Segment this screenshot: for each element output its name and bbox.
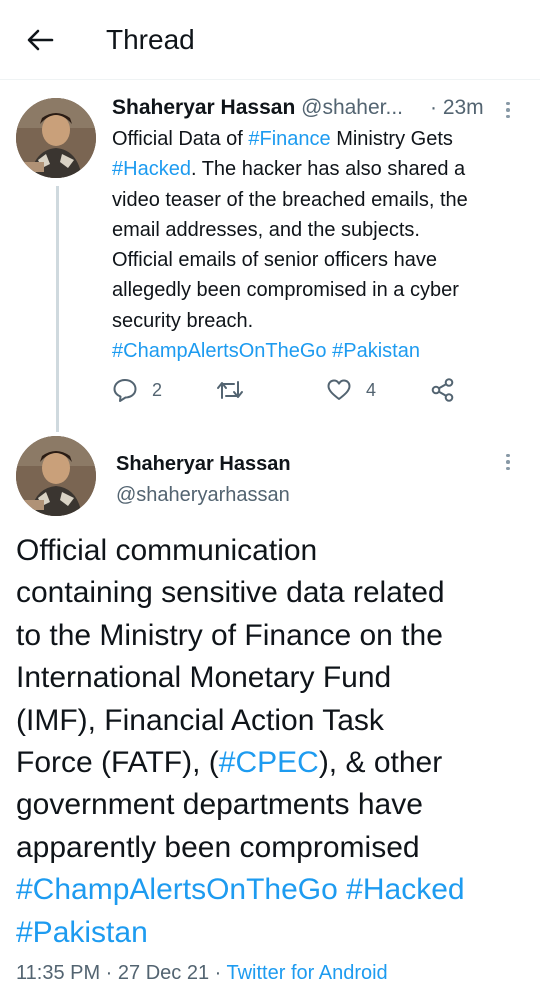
tweet-text-line: Official Data of #Finance Ministry Gets bbox=[112, 124, 522, 154]
tweet-text-segment: ), & other bbox=[318, 746, 443, 780]
author-handle[interactable]: @shaheryarhassan bbox=[116, 481, 290, 509]
tweet-text-line: email addresses, and the subjects. bbox=[112, 215, 522, 245]
more-options-button[interactable] bbox=[498, 96, 518, 124]
hashtag-link[interactable]: #Finance bbox=[248, 128, 330, 150]
more-options-button[interactable] bbox=[498, 448, 518, 476]
tweet-text-line: Official emails of senior officers have bbox=[112, 245, 522, 275]
avatar[interactable] bbox=[16, 436, 96, 516]
tweet-text-segment: to the Ministry of Finance on the bbox=[16, 618, 443, 652]
tweet-text-line: security breach. bbox=[112, 306, 522, 336]
back-button[interactable] bbox=[20, 22, 60, 58]
tweet-text-line: to the Ministry of Finance on the bbox=[16, 615, 530, 657]
tweet-actions: 2 4 bbox=[112, 374, 532, 406]
tweet-text-line: #ChampAlertsOnTheGo #Pakistan bbox=[112, 336, 522, 366]
tweet-text-segment: government departments have bbox=[16, 788, 423, 822]
tweet-source-link[interactable]: Twitter for Android bbox=[226, 962, 387, 984]
tweet-text-line: allegedly been compromised in a cyber bbox=[112, 275, 522, 305]
tweet-text-line: #ChampAlertsOnTheGo #Hacked bbox=[16, 869, 530, 911]
hashtag-link[interactable]: #ChampAlertsOnTheGo bbox=[112, 340, 327, 362]
tweet-meta: 11:35 PM · 27 Dec 21 · Twitter for Andro… bbox=[16, 960, 388, 984]
tweet-text-segment: Official Data of bbox=[112, 128, 249, 150]
more-dots-icon bbox=[506, 101, 510, 106]
hashtag-link[interactable]: #Hacked bbox=[112, 158, 191, 180]
tweet-text: Official communication containing sensiti… bbox=[16, 530, 530, 954]
retweet-button[interactable] bbox=[216, 374, 258, 406]
hashtag-link[interactable]: #Pakistan bbox=[16, 916, 148, 949]
author-handle[interactable]: @shaher... bbox=[301, 96, 403, 119]
tweet-text-line: #Hacked. The hacker has also shared a bbox=[112, 154, 522, 184]
tweet-text-segment: video teaser of the breached emails, the bbox=[112, 188, 468, 211]
hashtag-link[interactable]: #Pakistan bbox=[332, 340, 420, 362]
reply-button[interactable]: 2 bbox=[112, 374, 162, 406]
share-icon bbox=[431, 378, 454, 402]
tweet-text-segment: apparently been compromised bbox=[16, 830, 420, 864]
tweet-text-segment: Official emails of senior officers have bbox=[112, 249, 437, 272]
tweet-text-line: (IMF), Financial Action Task bbox=[16, 700, 530, 742]
tweet-text-segment bbox=[338, 873, 346, 906]
tweet-text-line: apparently been compromised bbox=[16, 827, 530, 869]
tweet-text-line: video teaser of the breached emails, the bbox=[112, 185, 522, 215]
tweet-text-segment: . The hacker has also shared a bbox=[190, 158, 466, 181]
top-bar: Thread bbox=[0, 0, 540, 80]
tweet-text-segment: International Monetary Fund bbox=[16, 661, 392, 695]
avatar[interactable] bbox=[16, 98, 96, 178]
arrow-left-icon bbox=[27, 29, 54, 51]
tweet-text-segment: allegedly been compromised in a cyber bbox=[112, 279, 459, 302]
tweet-text-segment: Force (FATF), ( bbox=[16, 746, 219, 780]
page-title: Thread bbox=[106, 24, 195, 55]
thread-connector-line bbox=[56, 186, 59, 432]
tweet-text-line: containing sensitive data related bbox=[16, 572, 530, 614]
like-button[interactable]: 4 bbox=[326, 374, 376, 406]
tweet-timestamp[interactable]: 11:35 PM · 27 Dec 21 · bbox=[16, 962, 226, 984]
author-name[interactable]: Shaheryar Hassan bbox=[116, 450, 291, 478]
avatar-photo bbox=[16, 98, 96, 178]
tweet-time[interactable]: · 23m bbox=[430, 94, 484, 122]
author-name[interactable]: Shaheryar Hassan bbox=[112, 96, 295, 119]
like-count: 4 bbox=[366, 379, 377, 400]
tweet-header: Shaheryar Hassan @shaher... · 23m bbox=[112, 94, 532, 124]
tweet-text: Official Data of #Finance Ministry Gets #… bbox=[112, 124, 522, 366]
tweet-text-segment: (IMF), Financial Action Task bbox=[16, 703, 384, 737]
tweet-text-line: Official communication bbox=[16, 530, 530, 572]
tweet-text-segment: containing sensitive data related bbox=[16, 576, 445, 610]
heart-icon bbox=[327, 379, 351, 400]
tweet-text-line: Force (FATF), (#CPEC), & other bbox=[16, 742, 530, 784]
hashtag-link[interactable]: #CPEC bbox=[219, 746, 319, 779]
tweet-text-line: government departments have bbox=[16, 784, 530, 826]
tweet-text-line: #Pakistan bbox=[16, 912, 530, 954]
tweet-text-segment: email addresses, and the subjects. bbox=[112, 218, 420, 241]
tweet-text-segment: Ministry Gets bbox=[330, 128, 453, 150]
hashtag-link[interactable]: #ChampAlertsOnTheGo bbox=[16, 873, 338, 906]
tweet-text-line: International Monetary Fund bbox=[16, 657, 530, 699]
share-button[interactable] bbox=[430, 374, 456, 406]
avatar-photo bbox=[16, 436, 96, 516]
more-dots-icon bbox=[506, 453, 510, 458]
reply-count: 2 bbox=[152, 379, 163, 400]
hashtag-link[interactable]: #Hacked bbox=[346, 873, 464, 906]
reply-icon bbox=[113, 379, 137, 402]
tweet-text-segment: Official communication bbox=[16, 534, 318, 567]
retweet-icon bbox=[217, 381, 243, 399]
tweet-text-segment: security breach. bbox=[112, 309, 254, 332]
